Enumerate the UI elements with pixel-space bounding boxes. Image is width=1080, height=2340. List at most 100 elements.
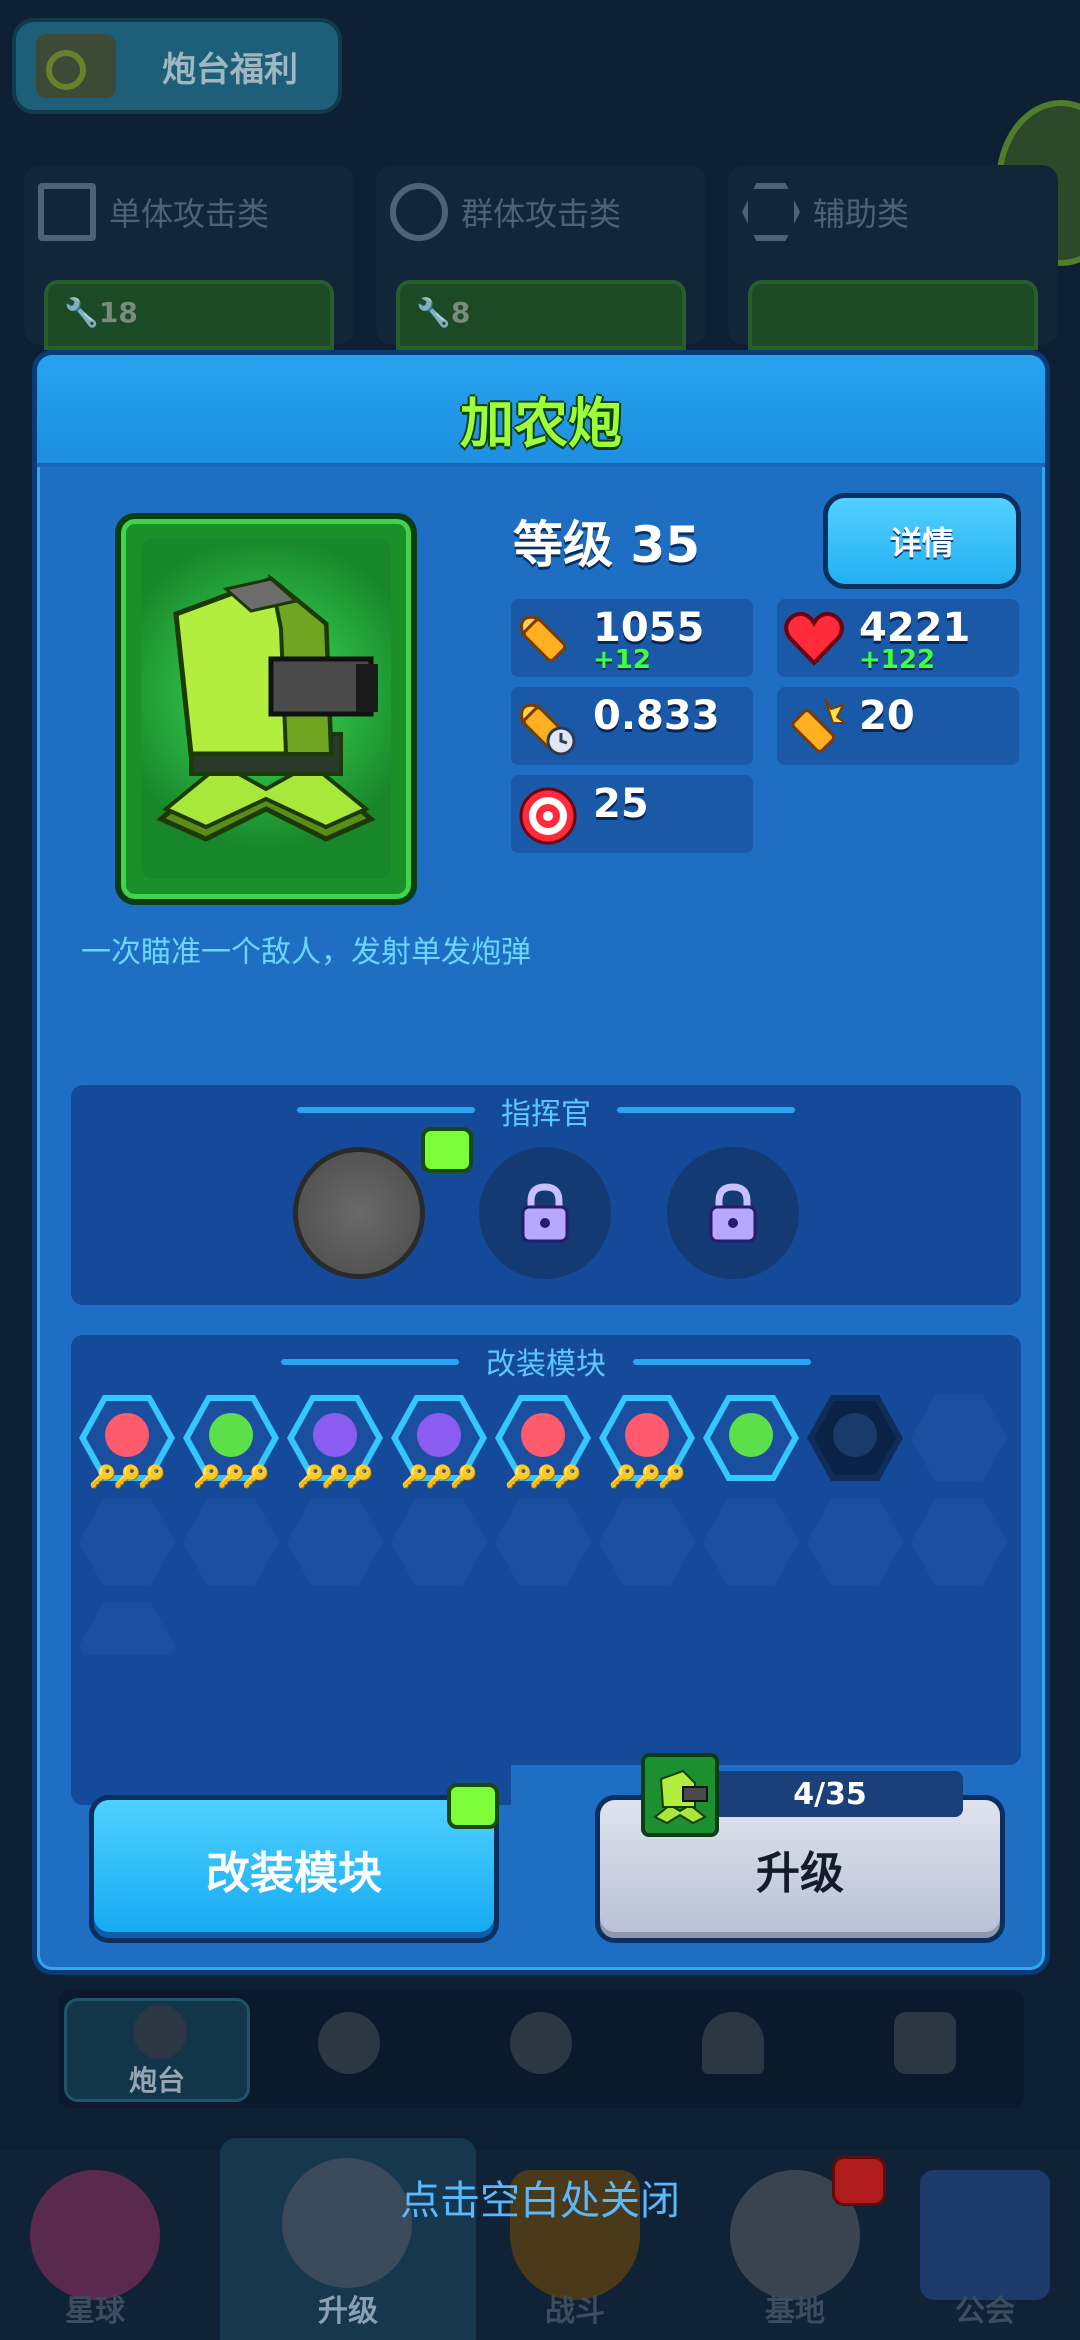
burst-icon xyxy=(521,1413,565,1457)
turret-welfare-button[interactable]: 炮台福利 xyxy=(12,18,342,114)
stat-value: 20 xyxy=(859,693,915,739)
nav-label: 星球 xyxy=(65,2294,125,2329)
commander-slot-locked[interactable] xyxy=(667,1147,799,1279)
helmet-icon xyxy=(702,2012,764,2074)
tab-label: 单体攻击类 xyxy=(109,195,270,233)
card-count: 🔧8 xyxy=(416,296,471,329)
turret-card-bg: 🔧8 xyxy=(396,280,686,350)
new-badge xyxy=(421,1127,473,1173)
card-count: 🔧18 xyxy=(64,296,138,329)
sub-tab-turret[interactable]: 炮台 xyxy=(64,1998,250,2102)
reload-icon xyxy=(417,1413,461,1457)
level-display: 等级 35 xyxy=(513,516,701,574)
commander-section: 指挥官 xyxy=(71,1085,1021,1305)
commander-slot-locked[interactable] xyxy=(479,1147,611,1279)
tab-single-attack[interactable]: 单体攻击类 🔧18 xyxy=(24,165,354,350)
panel-header: 加农炮 xyxy=(37,355,1045,467)
key-icon: 🔑🔑🔑 xyxy=(609,1465,685,1490)
turret-detail-panel: 加农炮 等级 35 详情 1055 +12 4221 +122 0.833 20… xyxy=(32,350,1050,1975)
module-slot-empty[interactable] xyxy=(183,1499,279,1585)
category-tabs: 单体攻击类 🔧18 群体攻击类 🔧8 辅助类 xyxy=(0,165,1080,355)
key-icon: 🔑🔑🔑 xyxy=(193,1465,269,1490)
commander-title: 指挥官 xyxy=(501,1097,591,1132)
tab-support[interactable]: 辅助类 xyxy=(728,165,1058,350)
tab-label: 辅助类 xyxy=(813,195,910,233)
stat-fire-rate: 0.833 xyxy=(511,687,753,765)
lock-icon xyxy=(521,1183,569,1243)
turret-description: 一次瞄准一个敌人，发射单发炮弹 xyxy=(81,935,531,970)
module-slot-empty[interactable] xyxy=(495,1499,591,1585)
module-slot-empty[interactable] xyxy=(599,1499,695,1585)
stat-bonus: +122 xyxy=(859,645,936,675)
modify-module-button[interactable]: 改装模块 xyxy=(89,1795,499,1943)
tab-label: 群体攻击类 xyxy=(461,195,622,233)
turret-card-icon xyxy=(641,1753,719,1837)
nav-label: 公会 xyxy=(955,2294,1015,2329)
close-hint[interactable]: 点击空白处关闭 xyxy=(0,2168,1080,2226)
heart-module-icon xyxy=(729,1413,773,1457)
nav-label: 基地 xyxy=(765,2294,825,2329)
stat-value: 0.833 xyxy=(593,693,720,739)
rocket-icon xyxy=(625,1413,669,1457)
turret-image-card xyxy=(115,513,417,905)
upgrade-progress: 4/35 xyxy=(697,1771,963,1817)
burst-bullet-icon xyxy=(791,698,847,753)
hexagon-icon xyxy=(742,183,800,241)
module-slot-empty[interactable] xyxy=(703,1499,799,1585)
camera-gift-icon xyxy=(36,34,116,98)
module-slot-empty[interactable] xyxy=(79,1499,175,1585)
module-title: 改装模块 xyxy=(486,1347,606,1382)
heart-module-icon xyxy=(209,1413,253,1457)
stat-value: 25 xyxy=(593,781,649,827)
lightning-icon xyxy=(510,2012,572,2074)
sub-tab-label: 炮台 xyxy=(128,2064,185,2097)
sub-tab-helmet[interactable] xyxy=(640,1998,826,2102)
stat-damage: 1055 +12 xyxy=(511,599,753,677)
turret-icon xyxy=(133,2005,187,2059)
star-gear-icon xyxy=(318,2012,380,2074)
module-slot-empty[interactable] xyxy=(807,1499,903,1585)
sub-tab-gear[interactable] xyxy=(256,1998,442,2102)
module-slot[interactable] xyxy=(807,1395,903,1481)
stat-burst: 20 xyxy=(777,687,1019,765)
cycle-dark-icon xyxy=(833,1413,877,1457)
checker-icon xyxy=(38,183,96,241)
turret-card-bg: 🔧18 xyxy=(44,280,334,350)
bullet-icon xyxy=(520,615,567,662)
key-icon: 🔑🔑🔑 xyxy=(505,1465,581,1490)
cycle-icon xyxy=(313,1413,357,1457)
fire-rate-icon xyxy=(520,703,576,756)
stat-health: 4221 +122 xyxy=(777,599,1019,677)
cannon-icon xyxy=(156,573,378,842)
module-slot-empty[interactable] xyxy=(287,1499,383,1585)
level-value: 35 xyxy=(630,516,701,574)
tab-group-attack[interactable]: 群体攻击类 🔧8 xyxy=(376,165,706,350)
nav-label: 升级 xyxy=(318,2294,378,2329)
lock-icon xyxy=(709,1183,757,1243)
turret-card-bg xyxy=(748,280,1038,350)
footer-block xyxy=(71,1655,511,1805)
sub-tab-monster[interactable] xyxy=(832,1998,1018,2102)
key-icon: 🔑🔑🔑 xyxy=(401,1465,477,1490)
key-icon: 🔑🔑🔑 xyxy=(89,1465,165,1490)
sub-tab-power[interactable] xyxy=(448,1998,634,2102)
sub-navigation: 炮台 xyxy=(58,1990,1024,2108)
rocket-icon xyxy=(105,1413,149,1457)
page-title: 加农炮 xyxy=(460,392,622,455)
detail-button[interactable]: 详情 xyxy=(823,493,1021,589)
new-badge xyxy=(447,1783,499,1829)
commander-slot-1[interactable] xyxy=(293,1147,425,1279)
module-slot[interactable] xyxy=(703,1395,799,1481)
heart-icon xyxy=(784,612,844,666)
stat-bonus: +12 xyxy=(593,645,651,675)
module-slot-empty[interactable] xyxy=(911,1499,1007,1585)
module-slot-empty[interactable] xyxy=(391,1499,487,1585)
target-icon xyxy=(519,787,577,845)
monster-icon xyxy=(894,2012,956,2074)
nav-label: 战斗 xyxy=(545,2294,605,2329)
key-icon: 🔑🔑🔑 xyxy=(297,1465,373,1490)
target-ring-icon xyxy=(390,183,448,241)
stat-range: 25 xyxy=(511,775,753,853)
welfare-label: 炮台福利 xyxy=(162,49,298,90)
module-slot-empty[interactable] xyxy=(911,1395,1007,1481)
